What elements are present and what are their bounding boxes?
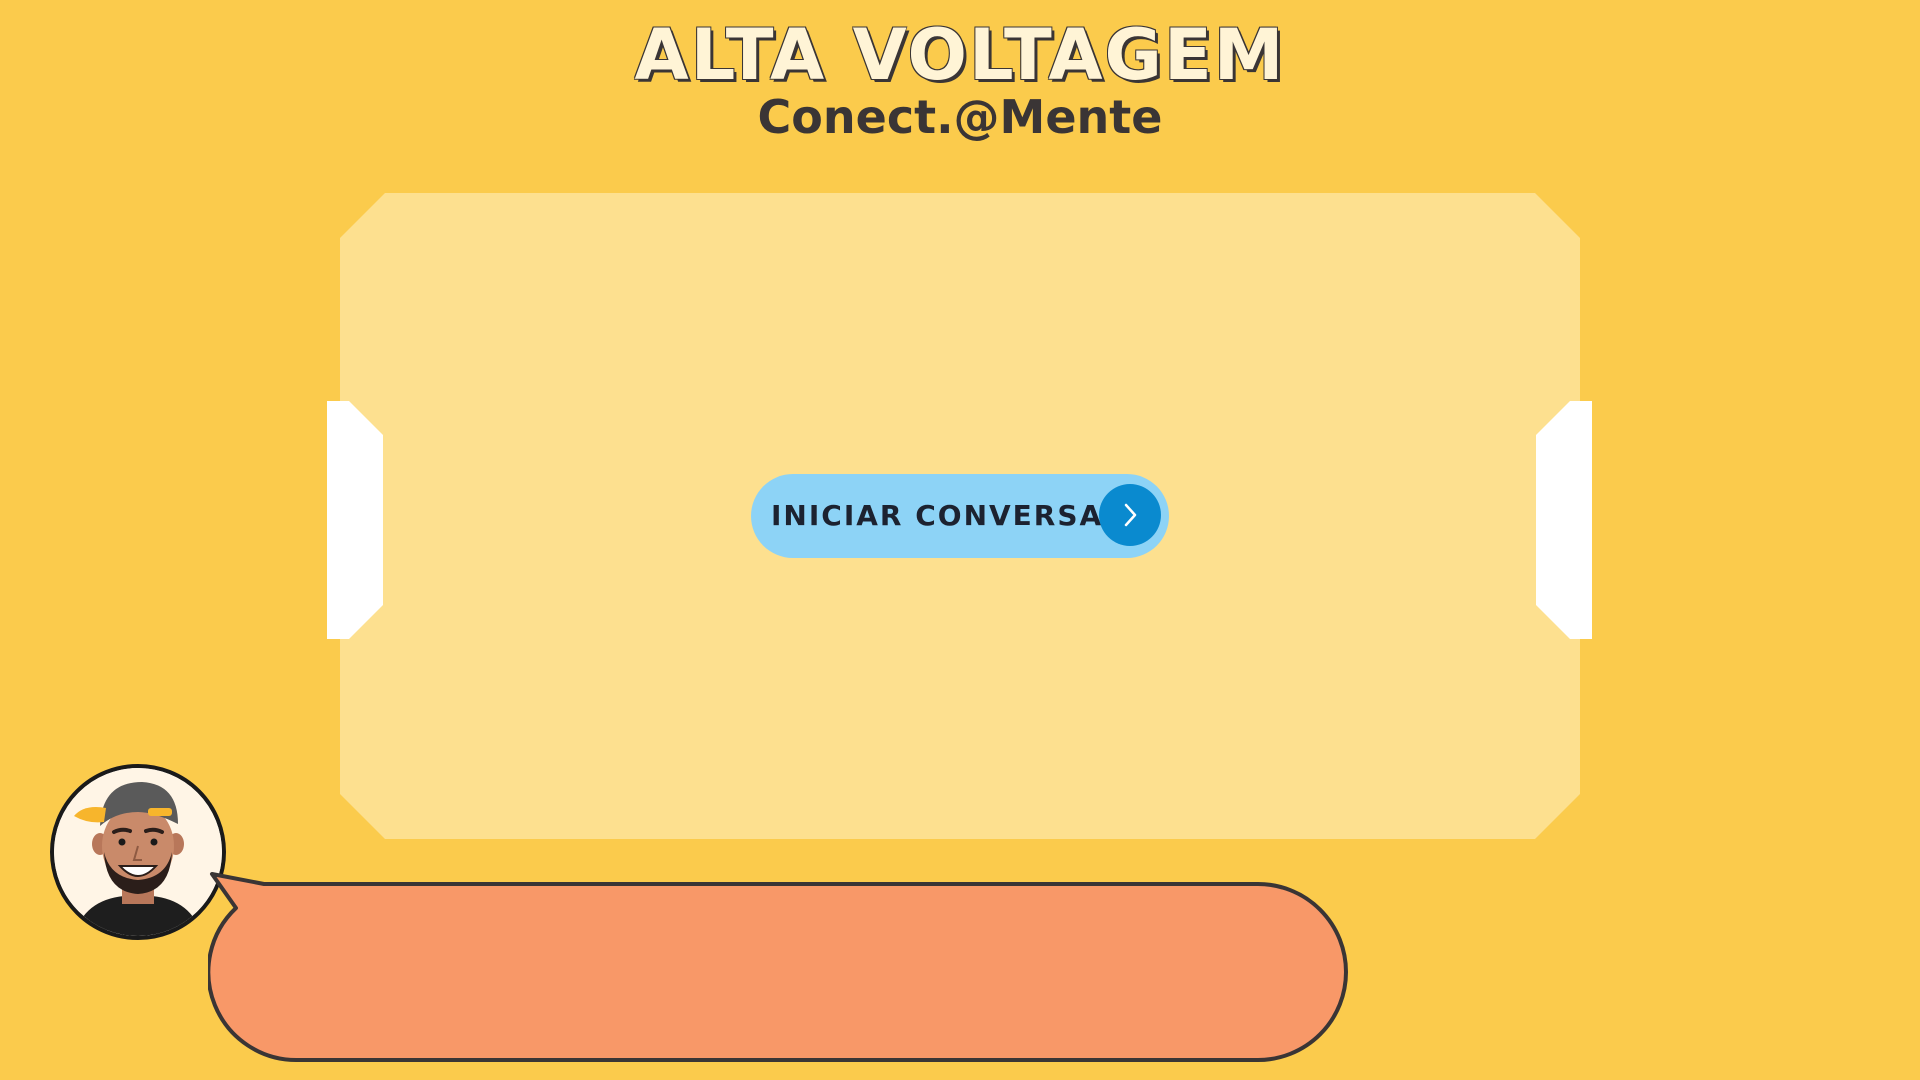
start-conversation-button[interactable]: INICIAR CONVERSA [751,474,1169,558]
page-subtitle: Conect.@Mente [757,90,1163,144]
stage: ALTA VOLTAGEM Conect.@Mente INICIAR CONV… [0,0,1920,1080]
page-title: ALTA VOLTAGEM [634,14,1286,96]
panel-bracket-right [1536,401,1592,639]
chevron-right-icon[interactable] [1099,484,1161,546]
avatar [50,764,226,940]
person-avatar-icon [54,768,222,936]
start-conversation-label: INICIAR CONVERSA [771,499,1104,532]
speech-bubble [208,872,1348,1063]
panel-bracket-left [327,401,383,639]
